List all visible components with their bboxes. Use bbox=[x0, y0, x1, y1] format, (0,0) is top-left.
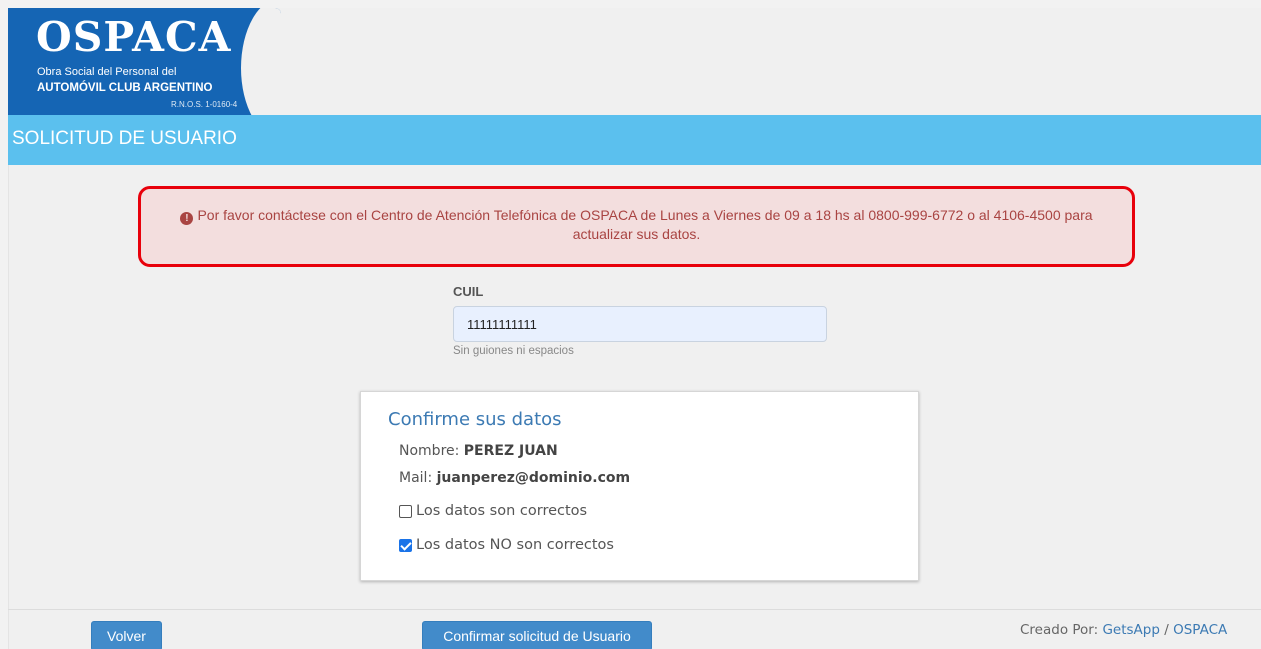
getsapp-link[interactable]: GetsApp bbox=[1102, 622, 1159, 638]
name-row: Nombre: PEREZ JUAN bbox=[399, 443, 558, 459]
ospaca-link[interactable]: OSPACA bbox=[1173, 622, 1227, 638]
confirm-request-button[interactable]: Confirmar solicitud de Usuario bbox=[422, 621, 652, 649]
footer-divider bbox=[8, 609, 1261, 610]
page-title: SOLICITUD DE USUARIO bbox=[12, 128, 237, 149]
cuil-help-text: Sin guiones ni espacios bbox=[453, 345, 574, 357]
name-label: Nombre: bbox=[399, 443, 460, 459]
logo-subtitle-line1: Obra Social del Personal del bbox=[37, 66, 177, 78]
logo-registry: R.N.O.S. 1-0160-4 bbox=[171, 100, 238, 109]
data-correct-checkbox[interactable] bbox=[399, 504, 412, 518]
data-correct-label[interactable]: Los datos son correctos bbox=[416, 503, 587, 519]
data-incorrect-label[interactable]: Los datos NO son correctos bbox=[416, 537, 614, 553]
confirm-data-panel: Confirme sus datos Nombre: PEREZ JUAN Ma… bbox=[360, 391, 919, 581]
data-incorrect-checkbox[interactable] bbox=[399, 538, 412, 552]
credits: Creado Por: GetsApp / OSPACA bbox=[1020, 622, 1227, 638]
option-data-incorrect[interactable]: Los datos NO son correctos bbox=[399, 537, 614, 553]
exclamation-circle-icon: ! bbox=[180, 212, 194, 225]
panel-title: Confirme sus datos bbox=[388, 409, 562, 430]
cuil-label: CUIL bbox=[453, 284, 484, 299]
credits-separator: / bbox=[1164, 622, 1169, 638]
cuil-input[interactable] bbox=[453, 306, 827, 342]
logo-title: OSPACA bbox=[36, 13, 232, 61]
ospaca-logo[interactable]: OSPACA Obra Social del Personal del AUTO… bbox=[8, 8, 281, 118]
option-data-correct[interactable]: Los datos son correctos bbox=[399, 503, 587, 519]
alert-message: ! Por favor contáctese con el Centro de A… bbox=[138, 186, 1135, 267]
mail-value: juanperez@dominio.com bbox=[436, 470, 631, 486]
name-value: PEREZ JUAN bbox=[463, 443, 558, 459]
mail-row: Mail: juanperez@dominio.com bbox=[399, 470, 630, 486]
alert-text: Por favor contáctese con el Centro de At… bbox=[197, 207, 1093, 242]
logo-subtitle-line2: AUTOMÓVIL CLUB ARGENTINO bbox=[37, 82, 213, 94]
back-button[interactable]: Volver bbox=[91, 621, 162, 649]
page-title-bar: SOLICITUD DE USUARIO bbox=[8, 115, 1261, 165]
mail-label: Mail: bbox=[399, 470, 433, 486]
credits-prefix: Creado Por: bbox=[1020, 622, 1099, 638]
